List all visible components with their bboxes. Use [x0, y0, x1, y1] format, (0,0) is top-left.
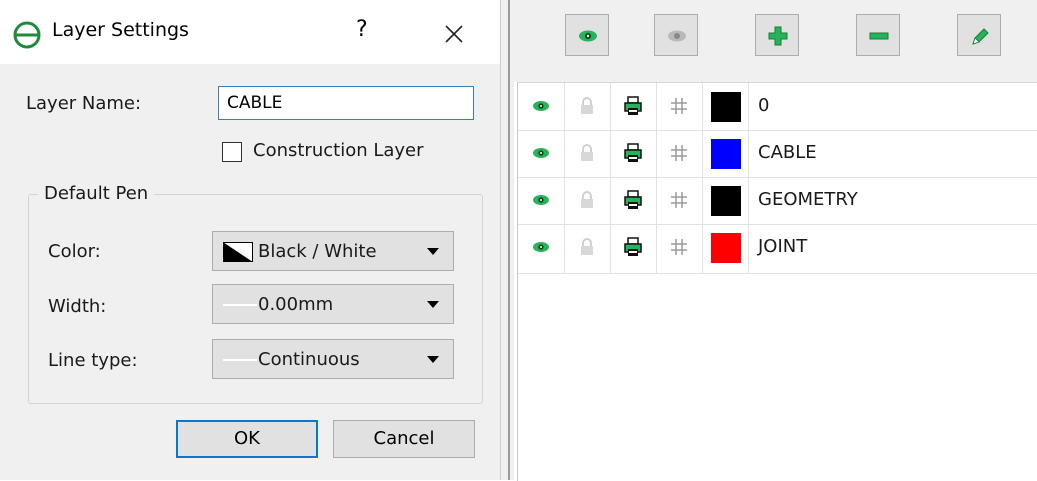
lock-icon — [581, 191, 593, 208]
grid-toggle[interactable] — [656, 177, 703, 224]
layer-row[interactable]: JOINT — [518, 224, 1037, 274]
line-type-select[interactable]: Continuous — [212, 339, 454, 379]
layer-row[interactable]: GEOMETRY — [518, 177, 1037, 225]
lock-icon — [581, 97, 593, 114]
dialog-title: Layer Settings — [52, 19, 189, 41]
layer-row[interactable]: 0 — [518, 83, 1037, 131]
eye-icon — [533, 242, 549, 252]
lock-toggle[interactable] — [564, 130, 611, 177]
lock-toggle[interactable] — [564, 177, 611, 224]
hide-all-layers-icon — [668, 30, 686, 42]
layer-color-cell[interactable] — [702, 177, 749, 224]
hide-all-layers-button[interactable] — [654, 14, 698, 56]
width-select[interactable]: 0.00mm — [212, 284, 454, 324]
layer-color-swatch — [711, 92, 741, 122]
remove-layer-icon — [869, 32, 889, 40]
printer-icon — [624, 96, 642, 115]
color-value: Black / White — [258, 241, 377, 262]
layer-color-swatch — [711, 233, 741, 263]
layer-color-swatch — [711, 186, 741, 216]
edit-layer-icon — [972, 28, 989, 45]
grid-toggle[interactable] — [656, 130, 703, 177]
layer-settings-dialog: Layer Settings ? Layer Name: Constructio… — [0, 0, 500, 480]
grid-icon — [671, 145, 687, 161]
black-white-swatch-icon — [223, 242, 253, 262]
grid-icon — [671, 192, 687, 208]
chevron-down-icon — [427, 301, 439, 308]
layer-toolbar — [513, 0, 1037, 82]
layer-name: JOINT — [758, 236, 808, 257]
eye-icon — [533, 148, 549, 158]
printer-icon — [624, 143, 642, 162]
layer-name: 0 — [758, 95, 770, 116]
grid-icon — [671, 239, 687, 255]
print-toggle[interactable] — [610, 130, 657, 177]
line-sample-icon — [223, 359, 257, 361]
visibility-toggle[interactable] — [518, 177, 565, 224]
cancel-button[interactable]: Cancel — [333, 420, 475, 458]
ok-button[interactable]: OK — [176, 420, 318, 458]
print-toggle[interactable] — [610, 224, 657, 273]
layer-list: 0 CABLE GEOMETRY JOINT — [517, 82, 1037, 481]
visibility-toggle[interactable] — [518, 83, 565, 130]
visibility-toggle[interactable] — [518, 130, 565, 177]
splitter-line — [508, 0, 510, 480]
title-bar: Layer Settings ? — [0, 0, 500, 64]
printer-icon — [624, 190, 642, 209]
layer-name: GEOMETRY — [758, 189, 858, 210]
eye-icon — [533, 101, 549, 111]
visibility-toggle[interactable] — [518, 224, 565, 273]
app-logo-icon — [13, 21, 41, 49]
lock-icon — [581, 144, 593, 161]
layer-name: CABLE — [758, 142, 817, 163]
layer-color-cell[interactable] — [702, 83, 749, 130]
default-pen-title: Default Pen — [38, 183, 155, 204]
grid-toggle[interactable] — [656, 224, 703, 273]
layer-color-cell[interactable] — [702, 224, 749, 273]
printer-icon — [624, 237, 642, 256]
color-label: Color: — [48, 241, 101, 262]
chevron-down-icon — [427, 356, 439, 363]
grid-toggle[interactable] — [656, 83, 703, 130]
line-type-value: Continuous — [258, 349, 360, 370]
layer-name-label: Layer Name: — [26, 93, 142, 114]
lock-icon — [581, 238, 593, 255]
line-sample-icon — [223, 304, 257, 306]
print-toggle[interactable] — [610, 83, 657, 130]
grid-icon — [671, 98, 687, 114]
add-layer-icon — [768, 26, 788, 46]
remove-layer-button[interactable] — [856, 14, 900, 56]
width-label: Width: — [48, 296, 107, 317]
help-button[interactable]: ? — [356, 17, 368, 42]
add-layer-button[interactable] — [755, 14, 799, 56]
layer-name-input[interactable] — [218, 86, 474, 120]
print-toggle[interactable] — [610, 177, 657, 224]
panel-splitter[interactable] — [500, 0, 514, 480]
layer-row[interactable]: CABLE — [518, 130, 1037, 178]
close-icon[interactable] — [443, 23, 465, 45]
width-value: 0.00mm — [258, 294, 334, 315]
show-all-layers-button[interactable] — [565, 14, 609, 56]
layer-color-swatch — [711, 139, 741, 169]
lock-toggle[interactable] — [564, 224, 611, 273]
chevron-down-icon — [427, 248, 439, 255]
lock-toggle[interactable] — [564, 83, 611, 130]
color-select[interactable]: Black / White — [212, 231, 454, 271]
eye-icon — [533, 195, 549, 205]
show-all-layers-icon — [579, 30, 597, 42]
layer-color-cell[interactable] — [702, 130, 749, 177]
construction-layer-label[interactable]: Construction Layer — [253, 140, 424, 161]
edit-layer-button[interactable] — [957, 14, 1001, 56]
construction-layer-checkbox[interactable] — [222, 142, 242, 162]
line-type-label: Line type: — [48, 350, 138, 371]
